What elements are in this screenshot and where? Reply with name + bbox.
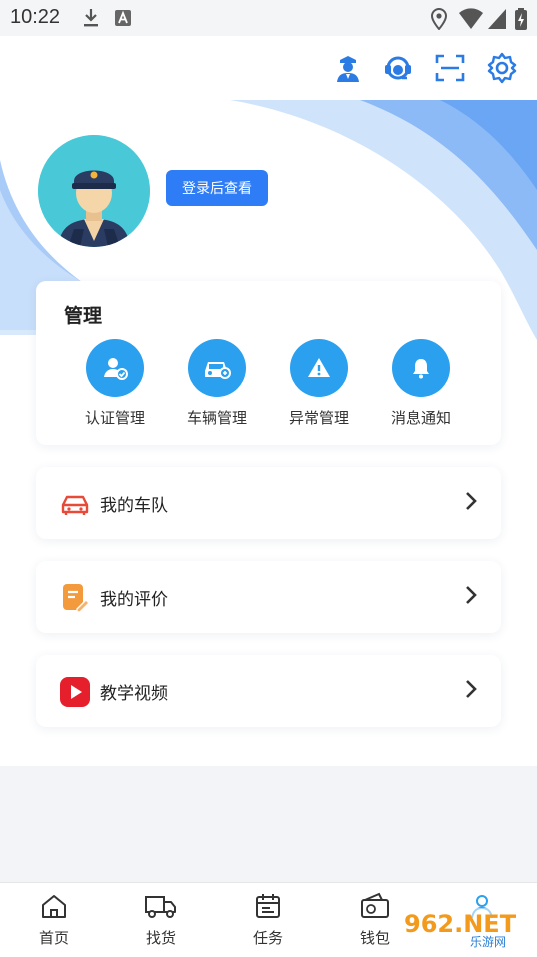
bell-icon	[392, 339, 450, 397]
vehicle-icon	[188, 339, 246, 397]
police-icon[interactable]	[332, 52, 364, 84]
customer-service-icon[interactable]	[382, 52, 414, 84]
management-card: 管理 认证管理 车辆管理 异常管理 消息通知	[36, 281, 501, 445]
nav-item-find-cargo[interactable]: 找货	[121, 891, 201, 948]
nav-item-tasks[interactable]: 任务	[228, 891, 308, 948]
download-icon	[84, 9, 98, 27]
certification-icon	[86, 339, 144, 397]
top-toolbar	[0, 52, 537, 88]
chevron-right-icon	[465, 679, 477, 704]
nav-item-home[interactable]: 首页	[14, 891, 94, 948]
status-time: 10:22	[10, 6, 61, 28]
management-item-label: 车辆管理	[186, 409, 247, 427]
menu-row-label: 我的车队	[100, 496, 168, 516]
truck-icon	[121, 891, 201, 921]
battery-icon	[515, 8, 527, 30]
chevron-right-icon	[465, 585, 477, 610]
login-button[interactable]: 登录后查看	[166, 170, 268, 206]
car-icon	[61, 495, 89, 515]
avatar[interactable]	[38, 135, 150, 247]
management-item-vehicle[interactable]: 车辆管理	[172, 339, 262, 428]
status-bar: 10:22	[0, 0, 537, 36]
location-icon	[430, 8, 448, 30]
menu-row-my-reviews[interactable]: 我的评价	[36, 561, 501, 633]
management-item-certification[interactable]: 认证管理	[70, 339, 160, 428]
management-item-notification[interactable]: 消息通知	[376, 339, 466, 428]
video-play-icon	[60, 677, 90, 707]
management-item-label: 异常管理	[288, 409, 349, 427]
management-title: 管理	[64, 305, 103, 327]
calendar-task-icon	[228, 891, 308, 921]
driver-avatar-icon	[38, 135, 150, 247]
chevron-right-icon	[465, 491, 477, 516]
watermark-logo: 962.NET 乐游网	[398, 908, 530, 949]
management-item-exception[interactable]: 异常管理	[274, 339, 364, 428]
cell-signal-icon	[488, 9, 506, 29]
scan-icon[interactable]	[434, 52, 466, 84]
menu-row-my-fleet[interactable]: 我的车队	[36, 467, 501, 539]
nav-label: 首页	[38, 929, 69, 947]
management-item-label: 消息通知	[390, 409, 451, 427]
management-item-label: 认证管理	[84, 409, 145, 427]
nav-label: 任务	[252, 929, 283, 947]
menu-row-label: 我的评价	[100, 590, 168, 610]
home-icon	[14, 891, 94, 921]
settings-gear-icon[interactable]	[486, 52, 518, 84]
review-edit-icon	[63, 584, 90, 613]
wifi-icon	[459, 8, 483, 29]
warning-icon	[290, 339, 348, 397]
watermark-text: 962.NET	[404, 910, 517, 938]
menu-row-tutorial-videos[interactable]: 教学视频	[36, 655, 501, 727]
nav-label: 找货	[145, 929, 176, 947]
notification-a-icon	[115, 10, 131, 26]
watermark-subtext: 乐游网	[470, 935, 506, 949]
menu-row-label: 教学视频	[100, 684, 168, 704]
